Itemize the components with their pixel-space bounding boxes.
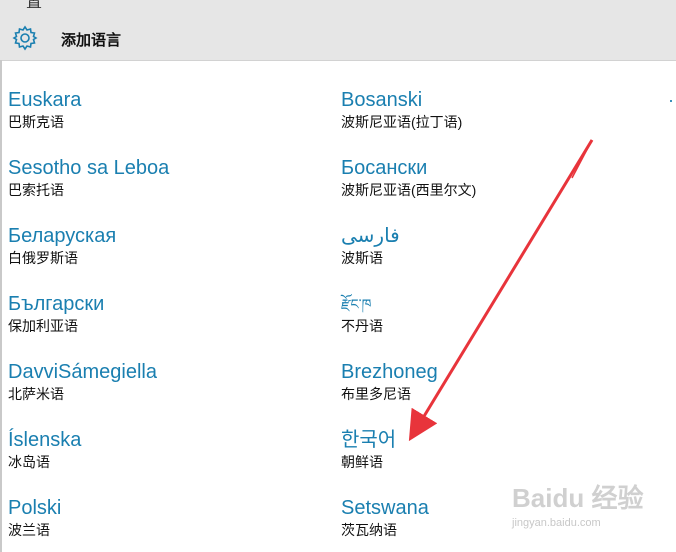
- watermark-brand: Baidu 经验: [512, 483, 644, 513]
- watermark-site: jingyan.baidu.com: [512, 517, 601, 529]
- baidu-watermark: Baidu 经验 jingyan.baidu.com: [512, 478, 672, 548]
- annotation-arrow: [408, 139, 594, 442]
